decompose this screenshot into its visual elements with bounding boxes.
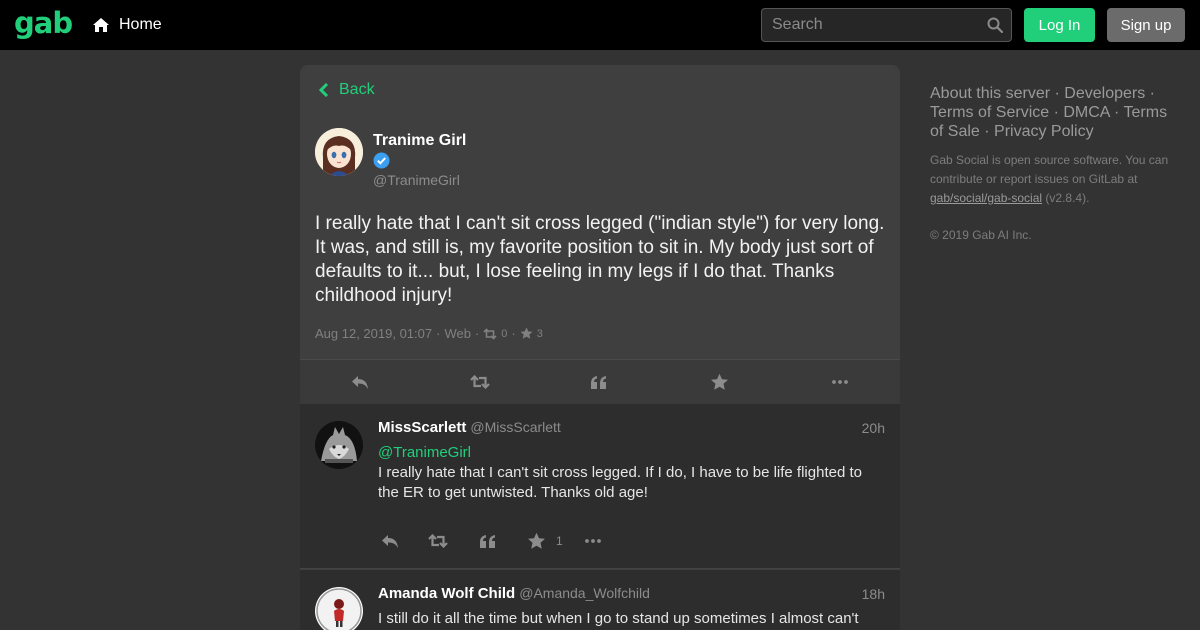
reblog-button[interactable] — [428, 531, 448, 551]
reply-mention-link[interactable]: @TranimeGirl — [378, 444, 471, 461]
status-action-bar — [300, 359, 900, 404]
favourite-button[interactable] — [707, 372, 731, 392]
open-source-note: Gab Social is open source software. You … — [930, 151, 1180, 208]
home-link[interactable]: Home — [92, 15, 162, 35]
back-label: Back — [339, 81, 375, 98]
quote-button[interactable] — [587, 372, 611, 392]
home-label: Home — [119, 16, 162, 33]
retweet-icon — [483, 327, 497, 340]
top-navbar: gab Home Log In Sign up — [0, 0, 1200, 50]
search-input[interactable] — [762, 9, 1011, 41]
link-separator: · — [1145, 85, 1155, 102]
favourite-count: 1 — [556, 534, 563, 548]
reply-item[interactable]: Amanda Wolf Child @Amanda_Wolfchild 18h I… — [300, 570, 900, 630]
reply-item[interactable]: MissScarlett @MissScarlett 20h @TranimeGi… — [300, 404, 900, 569]
status-application: Web — [444, 326, 471, 341]
quote-button[interactable] — [479, 531, 497, 551]
more-button[interactable] — [585, 531, 601, 551]
reply-avatar[interactable] — [315, 587, 363, 630]
reply-handle: @MissScarlett — [470, 419, 561, 435]
reply-author[interactable]: Amanda Wolf Child @Amanda_Wolfchild — [378, 585, 650, 602]
open-source-text: Gab Social is open source software. You … — [930, 153, 1169, 186]
reply-button[interactable] — [348, 372, 372, 392]
meta-separator: · — [511, 326, 516, 341]
link-separator: · — [1049, 104, 1064, 121]
meta-separator: · — [436, 326, 441, 341]
link-separator: · — [1109, 104, 1124, 121]
favourite-count[interactable]: 3 — [537, 328, 543, 340]
status-meta: Aug 12, 2019, 01:07 · Web · 0 · 3 — [315, 326, 543, 341]
developers-link[interactable]: Developers — [1064, 85, 1145, 102]
more-icon — [585, 539, 601, 543]
back-button[interactable]: Back — [319, 81, 375, 99]
reply-icon — [352, 376, 368, 389]
author-handle[interactable]: @TranimeGirl — [373, 172, 460, 188]
reply-content: I really hate that I can't sit cross leg… — [378, 464, 862, 501]
gitlab-repo-link[interactable]: gab/social/gab-social — [930, 191, 1042, 205]
reblog-count[interactable]: 0 — [501, 328, 507, 340]
retweet-icon — [470, 375, 490, 389]
status-column: Back Tranime Girl @TranimeGirl I really … — [300, 65, 900, 630]
footer-links: About this server · Developers · Terms o… — [930, 84, 1180, 141]
about-link[interactable]: About this server — [930, 85, 1050, 102]
reply-icon — [382, 535, 398, 548]
reblog-button[interactable] — [468, 372, 492, 392]
quote-icon — [591, 375, 606, 389]
link-separator: · — [979, 123, 995, 140]
reply-handle: @Amanda_Wolfchild — [519, 585, 650, 601]
reply-display-name: Amanda Wolf Child — [378, 585, 516, 602]
reply-content: I still do it all the time but when I go… — [378, 610, 859, 627]
status-timestamp[interactable]: Aug 12, 2019, 01:07 — [315, 326, 432, 341]
reply-timestamp[interactable]: 20h — [862, 420, 885, 436]
reply-display-name: MissScarlett — [378, 419, 467, 436]
meta-separator: · — [474, 326, 480, 341]
star-icon — [520, 327, 533, 339]
reply-avatar[interactable] — [315, 421, 363, 469]
author-display-name[interactable]: Tranime Girl — [373, 132, 466, 150]
version-text: (v2.8.4). — [1042, 191, 1090, 205]
star-icon — [710, 373, 728, 390]
home-icon — [93, 18, 109, 32]
copyright-text: © 2019 Gab AI Inc. — [930, 228, 1032, 242]
search-icon[interactable] — [987, 17, 1003, 33]
retweet-icon — [428, 534, 448, 548]
terms-of-service-link[interactable]: Terms of Service — [930, 104, 1049, 121]
favourite-button[interactable]: 1 — [527, 531, 563, 551]
privacy-policy-link[interactable]: Privacy Policy — [994, 123, 1094, 140]
reply-author[interactable]: MissScarlett @MissScarlett — [378, 419, 561, 436]
footer-sidebar: About this server · Developers · Terms o… — [930, 84, 1180, 242]
reply-button[interactable] — [380, 531, 400, 551]
star-icon — [528, 532, 545, 549]
login-button[interactable]: Log In — [1024, 8, 1095, 42]
more-icon — [832, 380, 848, 384]
chevron-left-icon — [319, 83, 329, 97]
gab-logo[interactable]: gab — [14, 6, 73, 40]
reply-timestamp[interactable]: 18h — [862, 586, 885, 602]
author-avatar[interactable] — [315, 128, 363, 176]
status-content: I really hate that I can't sit cross leg… — [315, 213, 885, 306]
link-separator: · — [1050, 85, 1065, 102]
search-box — [761, 8, 1012, 42]
signup-button[interactable]: Sign up — [1107, 8, 1185, 42]
verified-icon — [373, 152, 390, 169]
more-button[interactable] — [828, 372, 852, 392]
quote-icon — [480, 534, 495, 548]
dmca-link[interactable]: DMCA — [1063, 104, 1109, 121]
